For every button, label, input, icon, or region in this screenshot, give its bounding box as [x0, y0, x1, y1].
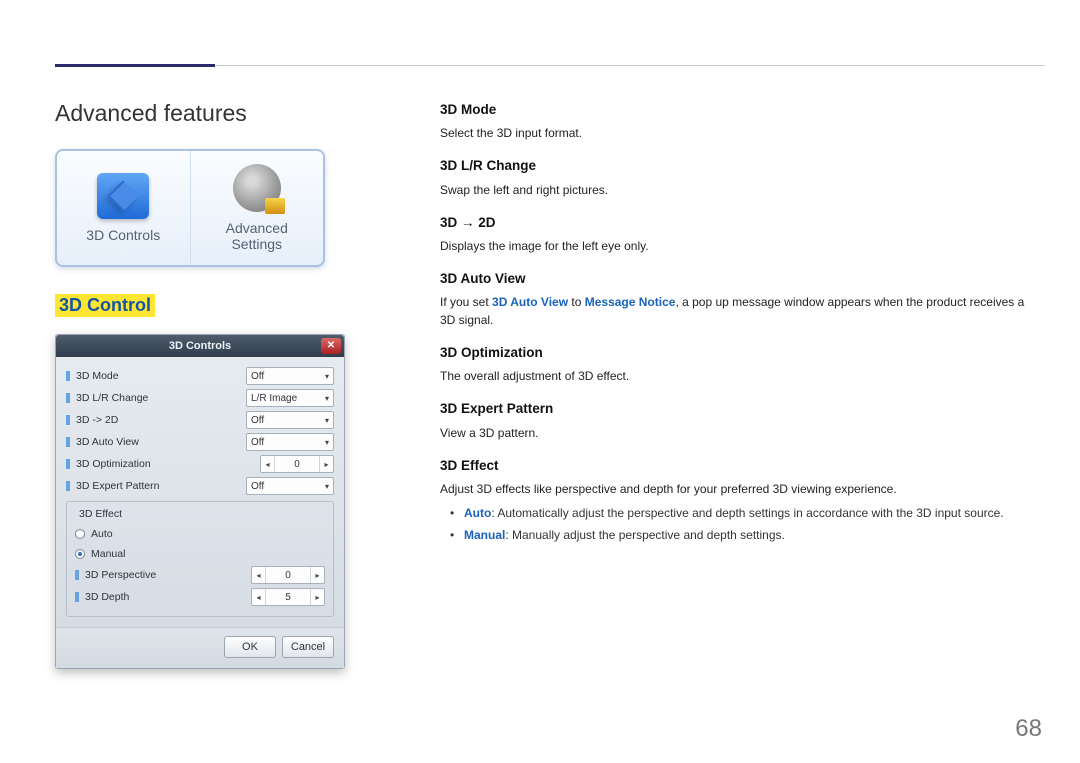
- chevron-right-icon[interactable]: ▸: [310, 589, 324, 605]
- row-3d-optimization: 3D Optimization ◂ 0 ▸: [66, 453, 334, 475]
- text-3d-mode: Select the 3D input format.: [440, 124, 1040, 142]
- row-3d-depth: 3D Depth ◂ 5 ▸: [75, 586, 325, 608]
- radio-auto[interactable]: Auto: [75, 524, 325, 544]
- row-3d-perspective: 3D Perspective ◂ 0 ▸: [75, 564, 325, 586]
- combo-3d-lr-change[interactable]: L/R Image▾: [246, 389, 334, 407]
- header-rule-accent: [55, 64, 215, 67]
- cancel-button[interactable]: Cancel: [282, 636, 334, 658]
- row-3d-2d: 3D -> 2D Off▾: [66, 409, 334, 431]
- gear-icon: [233, 164, 281, 212]
- chevron-left-icon[interactable]: ◂: [261, 456, 275, 472]
- spinner-3d-perspective[interactable]: ◂ 0 ▸: [251, 566, 325, 584]
- text-3d-optimization: The overall adjustment of 3D effect.: [440, 367, 1040, 385]
- combo-3d-2d[interactable]: Off▾: [246, 411, 334, 429]
- heading-3d-expert-pattern: 3D Expert Pattern: [440, 399, 1040, 419]
- spinner-3d-optimization[interactable]: ◂ 0 ▸: [260, 455, 334, 473]
- radio-icon: [75, 529, 85, 539]
- tile-advanced-settings-label: Advanced Settings: [226, 220, 288, 252]
- chevron-left-icon[interactable]: ◂: [252, 567, 266, 583]
- page-number: 68: [1015, 715, 1042, 743]
- row-3d-lr-change: 3D L/R Change L/R Image▾: [66, 387, 334, 409]
- cube-icon: [97, 173, 149, 219]
- feature-tiles: 3D Controls Advanced Settings: [55, 149, 325, 267]
- heading-3d-lr-change: 3D L/R Change: [440, 156, 1040, 176]
- chevron-left-icon[interactable]: ◂: [252, 589, 266, 605]
- bullet-manual: Manual: Manually adjust the perspective …: [440, 526, 1040, 544]
- row-3d-expert-pattern: 3D Expert Pattern Off▾: [66, 475, 334, 497]
- heading-3d-effect: 3D Effect: [440, 456, 1040, 476]
- combo-3d-mode[interactable]: Off▾: [246, 367, 334, 385]
- group-3d-effect: 3D Effect Auto Manual 3D Perspective ◂ 0…: [66, 501, 334, 617]
- heading-3d-auto-view: 3D Auto View: [440, 269, 1040, 289]
- right-column: 3D Mode Select the 3D input format. 3D L…: [440, 100, 1040, 548]
- text-3d-expert-pattern: View a 3D pattern.: [440, 424, 1040, 442]
- section-heading: 3D Control: [55, 295, 355, 316]
- chevron-right-icon[interactable]: ▸: [310, 567, 324, 583]
- combo-3d-auto-view[interactable]: Off▾: [246, 433, 334, 451]
- combo-3d-expert-pattern[interactable]: Off▾: [246, 477, 334, 495]
- ok-button[interactable]: OK: [224, 636, 276, 658]
- close-icon[interactable]: ✕: [321, 338, 341, 354]
- heading-3d-optimization: 3D Optimization: [440, 343, 1040, 363]
- left-column: Advanced features 3D Controls Advanced S…: [55, 100, 355, 669]
- dialog-titlebar: 3D Controls ✕: [56, 335, 344, 357]
- tile-3d-controls[interactable]: 3D Controls: [57, 151, 191, 265]
- chevron-right-icon[interactable]: ▸: [319, 456, 333, 472]
- dialog-title: 3D Controls: [169, 340, 231, 352]
- tile-advanced-settings[interactable]: Advanced Settings: [191, 151, 324, 265]
- group-3d-effect-title: 3D Effect: [75, 508, 126, 520]
- text-3d-lr-change: Swap the left and right pictures.: [440, 181, 1040, 199]
- dialog-3d-controls: 3D Controls ✕ 3D Mode Off▾ 3D L/R Change…: [55, 334, 345, 669]
- row-3d-auto-view: 3D Auto View Off▾: [66, 431, 334, 453]
- heading-3d-2d: 3D → 2D: [440, 213, 1040, 233]
- page-title: Advanced features: [55, 100, 355, 127]
- tile-3d-controls-label: 3D Controls: [86, 227, 160, 243]
- radio-manual[interactable]: Manual: [75, 544, 325, 564]
- spinner-3d-depth[interactable]: ◂ 5 ▸: [251, 588, 325, 606]
- row-3d-mode: 3D Mode Off▾: [66, 365, 334, 387]
- text-3d-effect: Adjust 3D effects like perspective and d…: [440, 480, 1040, 498]
- bullet-auto: Auto: Automatically adjust the perspecti…: [440, 504, 1040, 522]
- heading-3d-mode: 3D Mode: [440, 100, 1040, 120]
- radio-icon: [75, 549, 85, 559]
- text-3d-2d: Displays the image for the left eye only…: [440, 237, 1040, 255]
- text-3d-auto-view: If you set 3D Auto View to Message Notic…: [440, 293, 1040, 329]
